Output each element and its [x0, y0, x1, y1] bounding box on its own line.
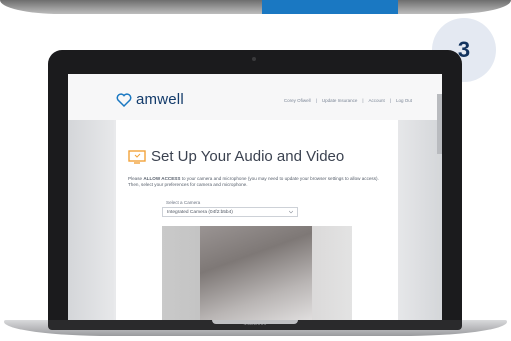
site-header: amwell Corey Ofiwell | Update Insurance …: [68, 74, 442, 120]
nav-log-out[interactable]: Log Out: [396, 98, 412, 103]
scrollbar[interactable]: [437, 94, 442, 154]
top-navigation: Corey Ofiwell | Update Insurance | Accou…: [284, 98, 412, 103]
background-right: [396, 120, 442, 321]
logo-text: amwell: [136, 91, 184, 108]
monitor-icon: [128, 149, 146, 164]
previous-device-edge: [0, 0, 511, 14]
nav-separator: |: [389, 98, 391, 103]
instructions-prefix: Please: [128, 176, 144, 181]
nav-separator: |: [315, 98, 317, 103]
nav-account[interactable]: Account: [369, 98, 385, 103]
page-title: Set Up Your Audio and Video: [151, 148, 345, 165]
camera-preview: [162, 226, 352, 321]
accent-bar: [262, 0, 398, 14]
instructions-text: Please ALLOW ACCESS to your camera and m…: [128, 176, 386, 188]
card-title-row: Set Up Your Audio and Video: [128, 148, 344, 165]
chevron-down-icon: [288, 210, 294, 214]
laptop-screen: amwell Corey Ofiwell | Update Insurance …: [68, 74, 442, 321]
nav-user-name[interactable]: Corey Ofiwell: [284, 98, 311, 103]
camera-select[interactable]: Integrated Camera (04f2:b5b4): [162, 207, 298, 217]
amwell-logo[interactable]: amwell: [116, 91, 184, 108]
laptop-lid: amwell Corey Ofiwell | Update Insurance …: [48, 50, 462, 327]
camera-select-value: Integrated Camera (04f2:b5b4): [167, 209, 233, 215]
setup-card: Set Up Your Audio and Video Please ALLOW…: [116, 120, 398, 321]
background-left: [68, 120, 114, 321]
camera-label: Select a Camera: [166, 200, 201, 205]
heart-logo-icon: [116, 92, 132, 107]
nav-update-insurance[interactable]: Update Insurance: [322, 98, 358, 103]
camera-preview-feed: [200, 226, 312, 321]
webcam-icon: [252, 57, 256, 61]
nav-separator: |: [362, 98, 364, 103]
allow-access-text: ALLOW ACCESS: [143, 176, 181, 181]
laptop-notch: [212, 320, 298, 324]
